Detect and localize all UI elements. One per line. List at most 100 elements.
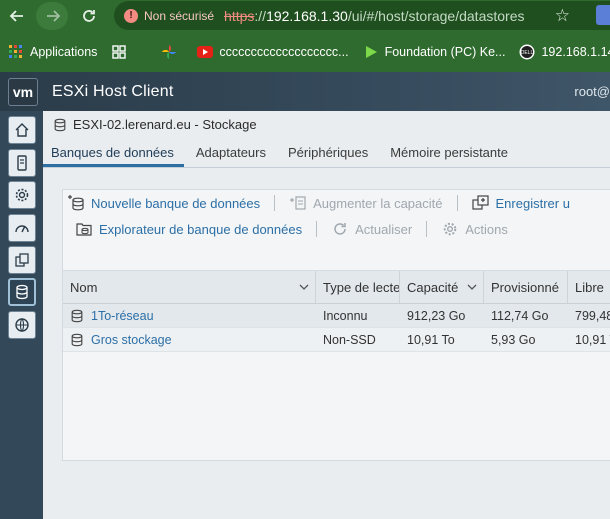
bookmark-label: Foundation (PC) Ke...	[384, 45, 506, 59]
vmware-logo[interactable]: vm	[8, 77, 38, 106]
sidebar	[0, 111, 43, 519]
column-header-free[interactable]: Libre	[568, 271, 610, 303]
tab-datastores[interactable]: Banques de données	[43, 141, 184, 167]
table-row[interactable]: 1To-réseau Inconnu 912,23 Go 112,74 Go 7…	[63, 304, 610, 328]
gauge-icon	[15, 225, 29, 233]
sidebar-manage-button[interactable]	[8, 149, 36, 177]
app-title: ESXi Host Client	[52, 82, 174, 100]
column-header-label: Libre	[575, 279, 604, 295]
column-header-label: Provisionné	[491, 279, 559, 295]
datastore-name-link[interactable]: Gros stockage	[91, 333, 172, 347]
insecure-icon: !	[124, 8, 138, 23]
sidebar-storage-button[interactable]	[8, 278, 36, 306]
home-icon	[15, 123, 29, 137]
reload-button[interactable]	[74, 1, 104, 31]
bookmark-tiles[interactable]	[111, 44, 133, 60]
url-host: 192.168.1.30	[266, 7, 348, 24]
tile-grid-icon	[111, 44, 127, 60]
chevron-down-icon[interactable]	[467, 281, 477, 293]
extension-icon[interactable]	[596, 5, 610, 25]
add-datastore-icon	[67, 194, 85, 212]
bookmark-foundation[interactable]: Foundation (PC) Ke...	[363, 44, 506, 60]
pinwheel-icon	[161, 44, 177, 60]
bookmark-youtube[interactable]: ccccccccccccccccccc...	[197, 44, 349, 60]
table-row[interactable]: Gros stockage Non-SSD 10,91 To 5,93 Go 1…	[63, 328, 610, 352]
address-bar[interactable]: ! Non sécurisé https://192.168.1.30/ui/#…	[114, 1, 610, 30]
sidebar-monitor-button[interactable]	[8, 181, 36, 209]
security-label[interactable]: Non sécurisé	[144, 9, 214, 23]
tab-divider	[43, 167, 610, 168]
datastore-name-link[interactable]: 1To-réseau	[91, 309, 154, 323]
datastore-name-cell[interactable]: Gros stockage	[63, 328, 316, 351]
bookmark-label: ccccccccccccccccccc...	[219, 45, 349, 59]
free-cell: 799,48	[575, 308, 610, 323]
column-header-name[interactable]: Nom	[63, 271, 316, 303]
datastore-browser-button[interactable]: Explorateur de banque de données	[75, 220, 302, 238]
refresh-button[interactable]: Actualiser	[331, 220, 412, 238]
sidebar-networking-button[interactable]	[8, 311, 36, 339]
bookmark-label: 192.168.1.14/logi	[541, 45, 610, 59]
column-header-label: Type de lecteur	[323, 279, 400, 295]
register-vm-button[interactable]: Enregistrer u	[471, 194, 570, 212]
play-icon	[363, 44, 379, 60]
column-header-drive-type[interactable]: Type de lecteur	[316, 271, 400, 303]
toolbar-separator	[274, 195, 276, 211]
increase-capacity-icon	[289, 194, 307, 212]
database-icon	[16, 284, 28, 300]
forward-button[interactable]	[38, 1, 68, 31]
actions-label: Actions	[465, 221, 508, 237]
sidebar-performance-button[interactable]	[8, 214, 36, 242]
tab-devices[interactable]: Périphériques	[276, 141, 378, 167]
toolbar-separator	[316, 221, 318, 237]
tab-persistent-memory[interactable]: Mémoire persistante	[378, 141, 518, 167]
url-text[interactable]: https://192.168.1.30/ui/#/host/storage/d…	[224, 8, 524, 24]
url-protocol: https	[224, 7, 255, 24]
actions-button[interactable]: Actions	[441, 220, 508, 238]
gear-icon	[15, 188, 29, 202]
bookmark-photos[interactable]	[161, 44, 183, 60]
arrow-left-icon	[9, 10, 23, 22]
browser-toolbar: ! Non sécurisé https://192.168.1.30/ui/#…	[0, 0, 610, 32]
bookmarks-bar: Applications ccccccccccccccccccc... Foun…	[0, 32, 610, 72]
column-header-label: Capacité	[407, 279, 459, 295]
capacity-cell: 10,91 To	[407, 332, 455, 347]
free-cell: 10,91 T	[575, 332, 610, 347]
breadcrumb: ESXI-02.lerenard.eu - Stockage	[53, 117, 257, 132]
datastore-icon	[54, 118, 66, 131]
sidebar-host-button[interactable]	[8, 116, 36, 144]
toolbar-separator	[426, 221, 428, 237]
drive-type-cell: Non-SSD	[323, 332, 376, 347]
esxi-header: vm ESXi Host Client root@	[0, 72, 610, 111]
datastore-browser-label: Explorateur de banque de données	[99, 221, 303, 237]
chevron-down-icon[interactable]	[299, 281, 309, 293]
dell-icon: DELL	[519, 44, 535, 60]
url-path: /ui/#/host/storage/datastores	[347, 7, 525, 24]
back-button[interactable]	[2, 1, 32, 31]
increase-capacity-button[interactable]: Augmenter la capacité	[289, 194, 443, 212]
drive-type-cell: Inconnu	[323, 308, 368, 323]
column-header-provisioned[interactable]: Provisionné	[484, 271, 568, 303]
page-title: ESXI-02.lerenard.eu - Stockage	[73, 117, 257, 132]
provisioned-cell: 5,93 Go	[491, 332, 536, 347]
toolbar-row-2: Explorateur de banque de données Actuali…	[75, 220, 522, 238]
new-datastore-label: Nouvelle banque de données	[91, 195, 261, 211]
tab-adapters[interactable]: Adaptateurs	[184, 141, 276, 167]
sidebar-vms-button[interactable]	[8, 246, 36, 274]
globe-icon	[15, 318, 29, 332]
bookmark-star-icon[interactable]: ☆	[555, 6, 570, 26]
arrow-right-icon	[47, 10, 61, 22]
datastores-table: Nom Type de lecteur Capacité Provisionné	[63, 270, 610, 352]
youtube-icon	[197, 44, 214, 60]
bookmark-applications[interactable]: Applications	[8, 44, 97, 60]
reload-icon	[83, 10, 95, 22]
column-header-label: Nom	[70, 279, 98, 295]
user-menu[interactable]: root@	[574, 84, 610, 99]
datastore-name-cell[interactable]: 1To-réseau	[63, 304, 316, 327]
column-header-capacity[interactable]: Capacité	[400, 271, 484, 303]
new-datastore-button[interactable]: Nouvelle banque de données	[67, 194, 260, 212]
register-vm-label: Enregistrer u	[495, 195, 570, 211]
bookmark-dell-login[interactable]: DELL 192.168.1.14/logi	[519, 44, 610, 60]
apps-grid-icon	[8, 44, 24, 60]
url-separator: ://	[254, 7, 267, 24]
provisioned-cell: 112,74 Go	[491, 308, 549, 323]
